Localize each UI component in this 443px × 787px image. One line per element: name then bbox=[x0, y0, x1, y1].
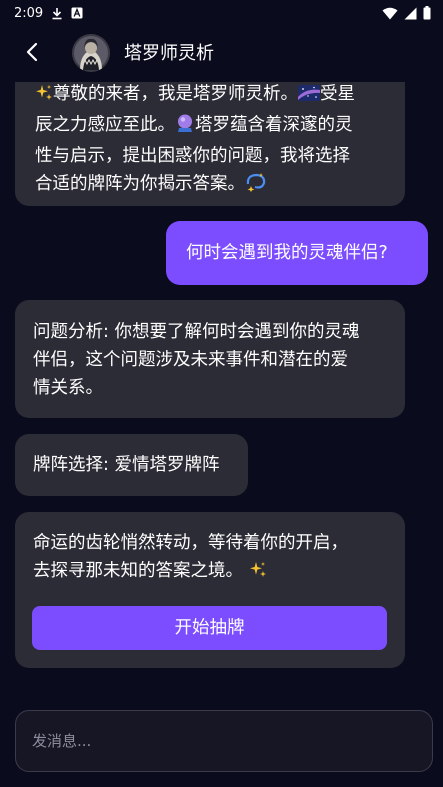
message-input-box[interactable] bbox=[15, 710, 433, 772]
user-message: 何时会遇到我的灵魂伴侣? bbox=[166, 221, 428, 285]
avatar[interactable] bbox=[72, 34, 110, 72]
signal-icon bbox=[404, 7, 417, 20]
message-line: 去探寻那未知的答案之境。 bbox=[33, 557, 387, 588]
wifi-icon bbox=[382, 7, 398, 20]
message-line: 伴侣，这个问题涉及未来事件和潜在的爱 bbox=[33, 350, 348, 370]
message-line: 辰之力感应至此。 塔罗蕴含着深邃的灵 bbox=[35, 111, 387, 142]
status-time: 2:09 bbox=[14, 5, 44, 21]
chat-header: 塔罗师灵析 bbox=[0, 26, 443, 82]
bot-message-spread: 牌阵选择: 爱情塔罗牌阵 bbox=[15, 434, 248, 496]
message-text: 去探寻那未知的答案之境。 bbox=[33, 561, 243, 581]
message-text: 辰之力感应至此。 bbox=[35, 115, 175, 135]
dizzy-icon bbox=[245, 172, 267, 201]
message-line: 情关系。 bbox=[33, 378, 103, 398]
crystal-ball-icon bbox=[175, 113, 195, 142]
message-list: 尊敬的来者，我是塔罗师灵析。 受星 辰之力感应至此。 塔罗蕴含着深邃的灵 性与启… bbox=[0, 82, 443, 697]
page-title: 塔罗师灵析 bbox=[124, 43, 214, 64]
message-line: 命运的齿轮悄然转动，等待着你的开启， bbox=[33, 533, 348, 553]
message-text: 何时会遇到我的灵魂伴侣? bbox=[186, 243, 388, 263]
message-text: 合适的牌阵为你揭示答案。 bbox=[35, 174, 245, 194]
bot-message-intro: 尊敬的来者，我是塔罗师灵析。 受星 辰之力感应至此。 塔罗蕴含着深邃的灵 性与启… bbox=[15, 82, 405, 206]
bot-message-draw: 命运的齿轮悄然转动，等待着你的开启， 去探寻那未知的答案之境。 开始抽牌 bbox=[15, 512, 405, 668]
message-line: 合适的牌阵为你揭示答案。 bbox=[35, 170, 387, 201]
message-text: 受星 bbox=[320, 84, 355, 104]
message-line: 尊敬的来者，我是塔罗师灵析。 受星 bbox=[35, 82, 387, 111]
message-text: 塔罗蕴含着深邃的灵 bbox=[195, 115, 353, 135]
message-input[interactable] bbox=[32, 732, 412, 750]
download-icon bbox=[51, 7, 63, 20]
milky-way-icon bbox=[298, 83, 320, 111]
bot-message-analysis: 问题分析: 你想要了解何时会遇到你的灵魂 伴侣，这个问题涉及未来事件和潜在的爱 … bbox=[15, 300, 405, 418]
message-line: 性与启示，提出困惑你的问题，我将选择 bbox=[35, 146, 350, 166]
status-bar: 2:09 bbox=[0, 0, 443, 26]
chevron-left-icon bbox=[25, 42, 39, 66]
message-line: 问题分析: 你想要了解何时会遇到你的灵魂 bbox=[33, 322, 360, 342]
sparkles-icon bbox=[35, 83, 53, 111]
back-button[interactable] bbox=[20, 40, 44, 68]
message-text: 尊敬的来者，我是塔罗师灵析。 bbox=[53, 84, 298, 104]
battery-icon bbox=[423, 6, 431, 20]
a-icon bbox=[71, 7, 83, 19]
chat-screen: 2:09 塔罗师灵析 尊敬的来者，我是塔罗师灵析。 受星 辰之力感应至此。 塔罗… bbox=[0, 0, 443, 787]
start-draw-button[interactable]: 开始抽牌 bbox=[32, 606, 387, 650]
message-text: 牌阵选择: 爱情塔罗牌阵 bbox=[33, 455, 220, 475]
sparkles-icon bbox=[249, 560, 267, 588]
